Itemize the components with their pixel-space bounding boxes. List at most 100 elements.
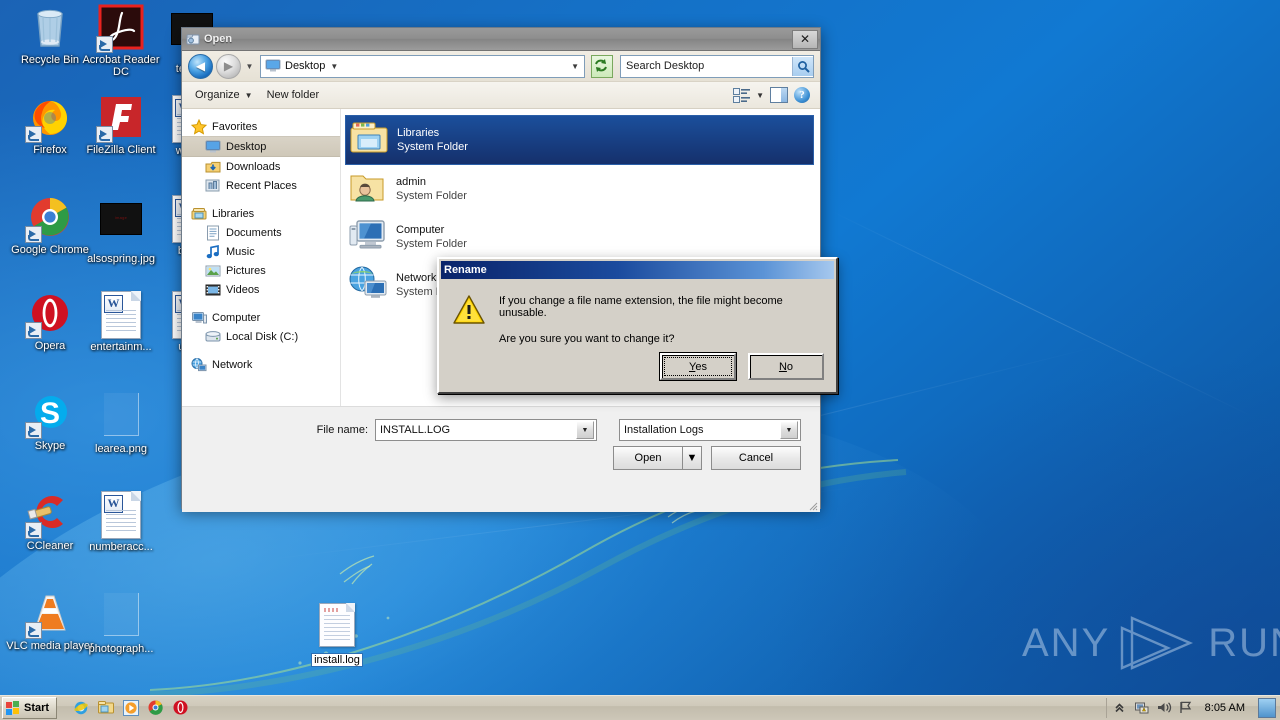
filezilla-icon — [96, 94, 145, 143]
rename-dialog-title: Rename — [444, 264, 487, 276]
help-icon[interactable]: ? — [794, 87, 810, 103]
sidebar-item-computer[interactable]: Computer — [182, 308, 340, 327]
sidebar-item-network[interactable]: Network — [182, 355, 340, 374]
yes-button[interactable]: Yes — [659, 352, 737, 381]
watermark-text-run: RUN — [1208, 620, 1280, 665]
views-icon[interactable] — [733, 87, 751, 103]
desktop-icon-label: photograph... — [88, 643, 154, 655]
shortcut-overlay-icon — [25, 126, 42, 143]
no-button[interactable]: No — [748, 353, 824, 380]
sidebar-item-recent-places[interactable]: Recent Places — [182, 176, 340, 195]
sidebar-item-favorites[interactable]: Favorites — [182, 117, 340, 136]
file-list-item[interactable]: admin System Folder — [345, 165, 814, 213]
cancel-button[interactable]: Cancel — [711, 446, 801, 470]
libraries-icon — [191, 206, 207, 222]
sidebar-item-libraries[interactable]: Libraries — [182, 204, 340, 223]
breadcrumb-desktop[interactable]: Desktop — [285, 60, 325, 72]
recent-pages-caret-icon[interactable]: ▼ — [244, 55, 255, 78]
forward-button[interactable]: ▶ — [216, 53, 241, 79]
sidebar-item-desktop[interactable]: Desktop — [182, 136, 340, 157]
log-file-icon — [313, 603, 361, 651]
address-dropdown-caret-icon[interactable]: ▼ — [571, 62, 582, 71]
desktop-icon-learea-png[interactable]: learea.png — [73, 390, 169, 455]
clock[interactable]: 8:05 AM — [1201, 702, 1249, 714]
sidebar-item-local-disk-c[interactable]: Local Disk (C:) — [182, 327, 340, 346]
views-caret-icon[interactable]: ▼ — [756, 91, 764, 100]
desktop-icon-photograph[interactable]: photograph... — [73, 590, 169, 655]
shortcut-overlay-icon — [96, 126, 113, 143]
address-bar[interactable]: Desktop ▼ ▼ — [260, 54, 585, 78]
taskbar[interactable]: Start 8:05 AM — [0, 695, 1280, 720]
search-icon[interactable] — [792, 56, 813, 76]
network-icon — [349, 266, 387, 304]
rename-dialog-title-bar[interactable]: Rename — [441, 261, 834, 279]
desktop-icon-label: Recycle Bin — [20, 54, 80, 66]
opera-icon[interactable] — [173, 700, 189, 716]
network-icon[interactable] — [1134, 701, 1150, 716]
action-center-flag-icon[interactable] — [1179, 701, 1194, 716]
desktop-icon-label: install.log — [311, 653, 363, 667]
refresh-button[interactable] — [591, 54, 613, 78]
sidebar-item-pictures[interactable]: Pictures — [182, 261, 340, 280]
sidebar-item-label: Network — [212, 358, 253, 371]
file-type-dropdown-icon[interactable]: ▼ — [780, 421, 798, 439]
star-icon — [190, 118, 208, 135]
system-tray[interactable]: 8:05 AM — [1105, 698, 1280, 718]
file-type-combobox[interactable]: Installation Logs ▼ — [619, 419, 801, 441]
desktop-icon-label: learea.png — [95, 443, 147, 455]
windows-logo-icon — [6, 701, 20, 715]
search-box[interactable]: Search Desktop — [620, 54, 814, 78]
chrome-icon — [25, 194, 74, 243]
open-dialog-footer: File name: INSTALL.LOG ▼ Installation Lo… — [182, 406, 820, 512]
volume-icon[interactable] — [1157, 701, 1172, 716]
file-name-input[interactable]: INSTALL.LOG — [376, 424, 576, 436]
media-player-icon[interactable] — [123, 700, 140, 716]
file-list-item[interactable]: Libraries System Folder — [345, 115, 814, 165]
open-dialog-navigation-bar[interactable]: ◀ ▶ ▼ Desktop ▼ ▼ Search Desktop — [182, 51, 820, 82]
new-folder-button[interactable]: New folder — [260, 86, 327, 104]
focus-rectangle — [664, 357, 732, 376]
downloads-icon — [205, 159, 221, 175]
quick-launch-bar[interactable] — [73, 700, 189, 716]
open-dialog-toolbar[interactable]: Organize ▼ New folder ▼ ? — [182, 82, 820, 109]
internet-explorer-icon[interactable] — [73, 700, 89, 716]
search-input[interactable]: Search Desktop — [621, 60, 792, 72]
open-split-caret-icon[interactable]: ▼ — [682, 446, 702, 470]
file-name-dropdown-icon[interactable]: ▼ — [576, 421, 594, 439]
open-button[interactable]: Open — [613, 446, 682, 470]
desktop-icon-install-log[interactable]: install.log — [289, 600, 385, 667]
breadcrumb-caret-icon[interactable]: ▼ — [330, 62, 338, 71]
show-desktop-button[interactable] — [1258, 698, 1276, 718]
close-icon[interactable]: ✕ — [792, 29, 818, 49]
file-type-value[interactable]: Installation Logs — [620, 424, 780, 436]
rename-confirmation-dialog[interactable]: Rename If you change a file name extensi… — [437, 257, 838, 394]
navigation-pane[interactable]: Favorites Desktop Downloads Recent Places Li… — [182, 109, 341, 406]
music-icon — [205, 244, 221, 260]
sidebar-item-videos[interactable]: Videos — [182, 280, 340, 299]
organize-button[interactable]: Organize ▼ — [188, 86, 260, 104]
file-name-combobox[interactable]: INSTALL.LOG ▼ — [375, 419, 597, 441]
sidebar-item-documents[interactable]: Documents — [182, 223, 340, 242]
show-hidden-icons-icon[interactable] — [1113, 701, 1128, 716]
network-icon — [191, 357, 207, 373]
desktop-icon-label: Firefox — [33, 144, 67, 156]
preview-pane-icon[interactable] — [770, 87, 788, 103]
back-button[interactable]: ◀ — [188, 53, 213, 79]
start-button[interactable]: Start — [2, 697, 58, 719]
file-list-item[interactable]: Computer System Folder — [345, 213, 814, 261]
shortcut-overlay-icon — [25, 422, 42, 439]
resize-grip[interactable] — [806, 499, 818, 511]
desktop-icon-numberacc[interactable]: Wnumberacc... — [73, 490, 169, 553]
desktop-icon — [265, 59, 281, 73]
open-dialog-title-bar[interactable]: Open ✕ — [182, 28, 820, 51]
nav-group-spacer — [182, 346, 340, 355]
windows-explorer-icon[interactable] — [98, 700, 115, 716]
libraries-folder-icon — [350, 121, 388, 159]
google-chrome-icon[interactable] — [148, 700, 164, 716]
firefox-icon — [25, 94, 74, 143]
sidebar-item-downloads[interactable]: Downloads — [182, 157, 340, 176]
nav-group-spacer — [182, 299, 340, 308]
sidebar-item-music[interactable]: Music — [182, 242, 340, 261]
shortcut-overlay-icon — [25, 226, 42, 243]
pictures-icon — [205, 263, 221, 279]
